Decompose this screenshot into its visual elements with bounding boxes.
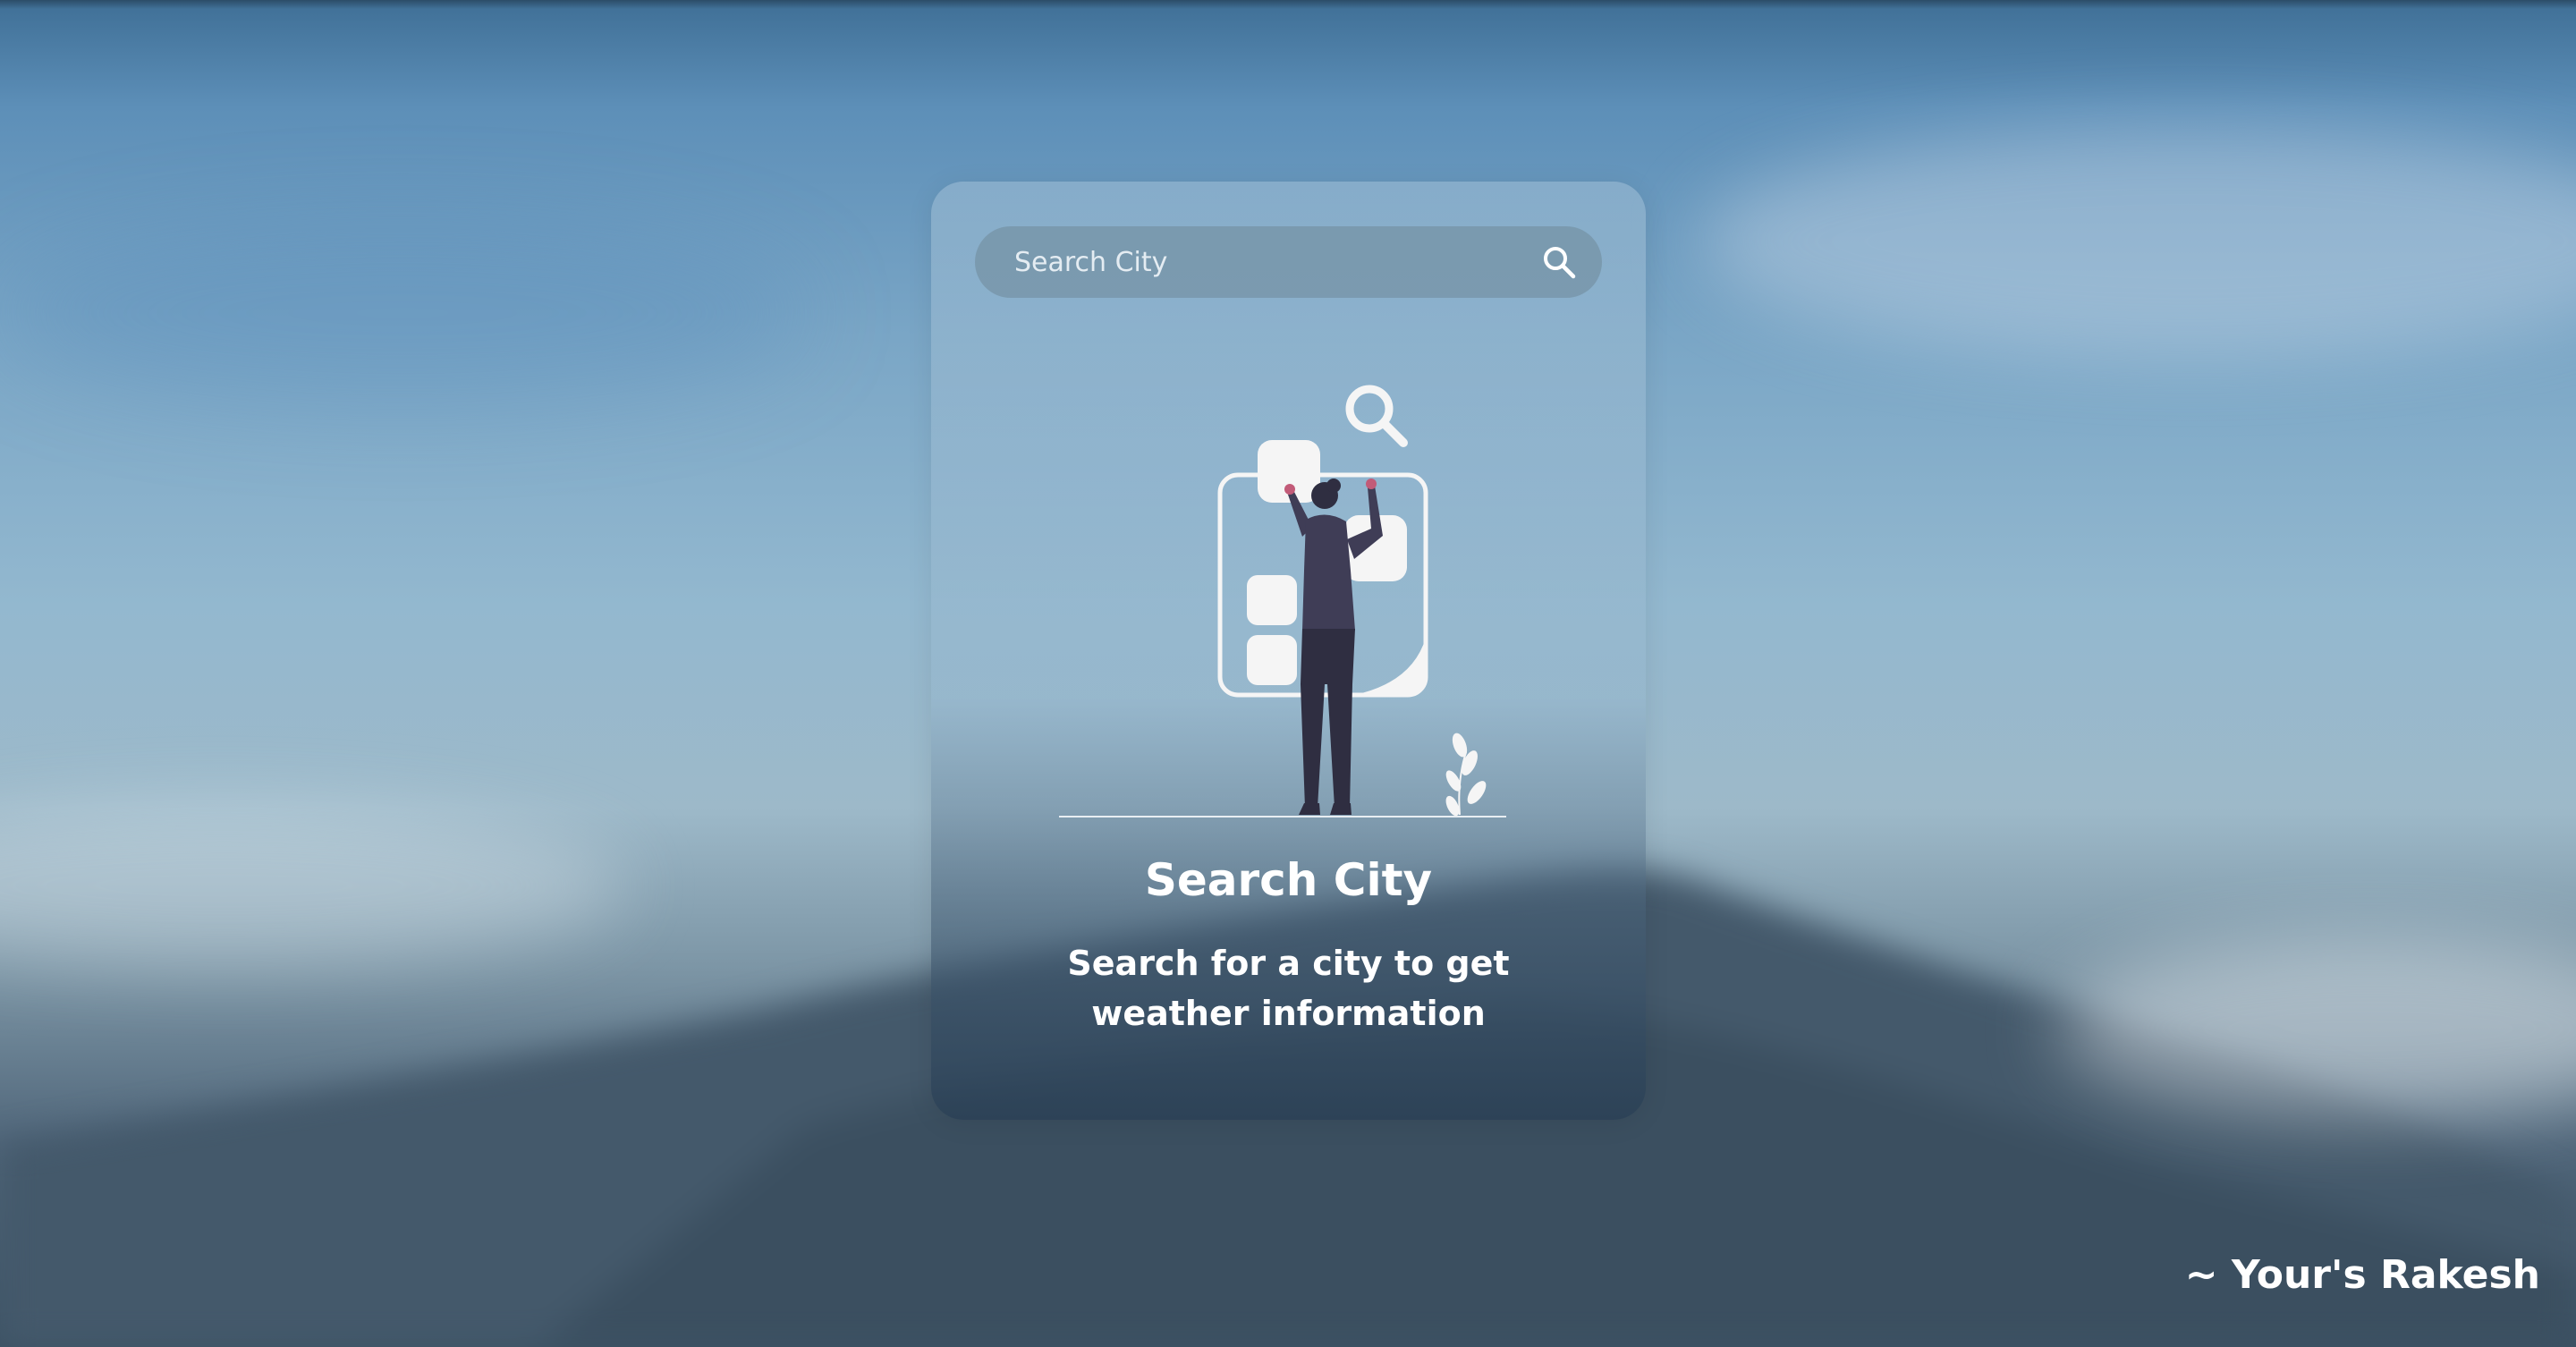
- search-icon: [1544, 247, 1576, 279]
- search-button[interactable]: [1539, 242, 1579, 282]
- plant-decoration: [1445, 733, 1487, 817]
- person-searching-illustration: [1059, 385, 1506, 818]
- search-input[interactable]: [975, 226, 1512, 298]
- magnifier-icon: [1345, 385, 1408, 447]
- weather-card: Search City Search for a city to get wea…: [931, 182, 1646, 1120]
- author-signature: ~ Your's Rakesh: [2184, 1252, 2540, 1298]
- empty-state-description: Search for a city to get weather informa…: [1067, 944, 1510, 1033]
- search-bar: [975, 226, 1602, 298]
- empty-state-title: Search City: [1144, 854, 1433, 906]
